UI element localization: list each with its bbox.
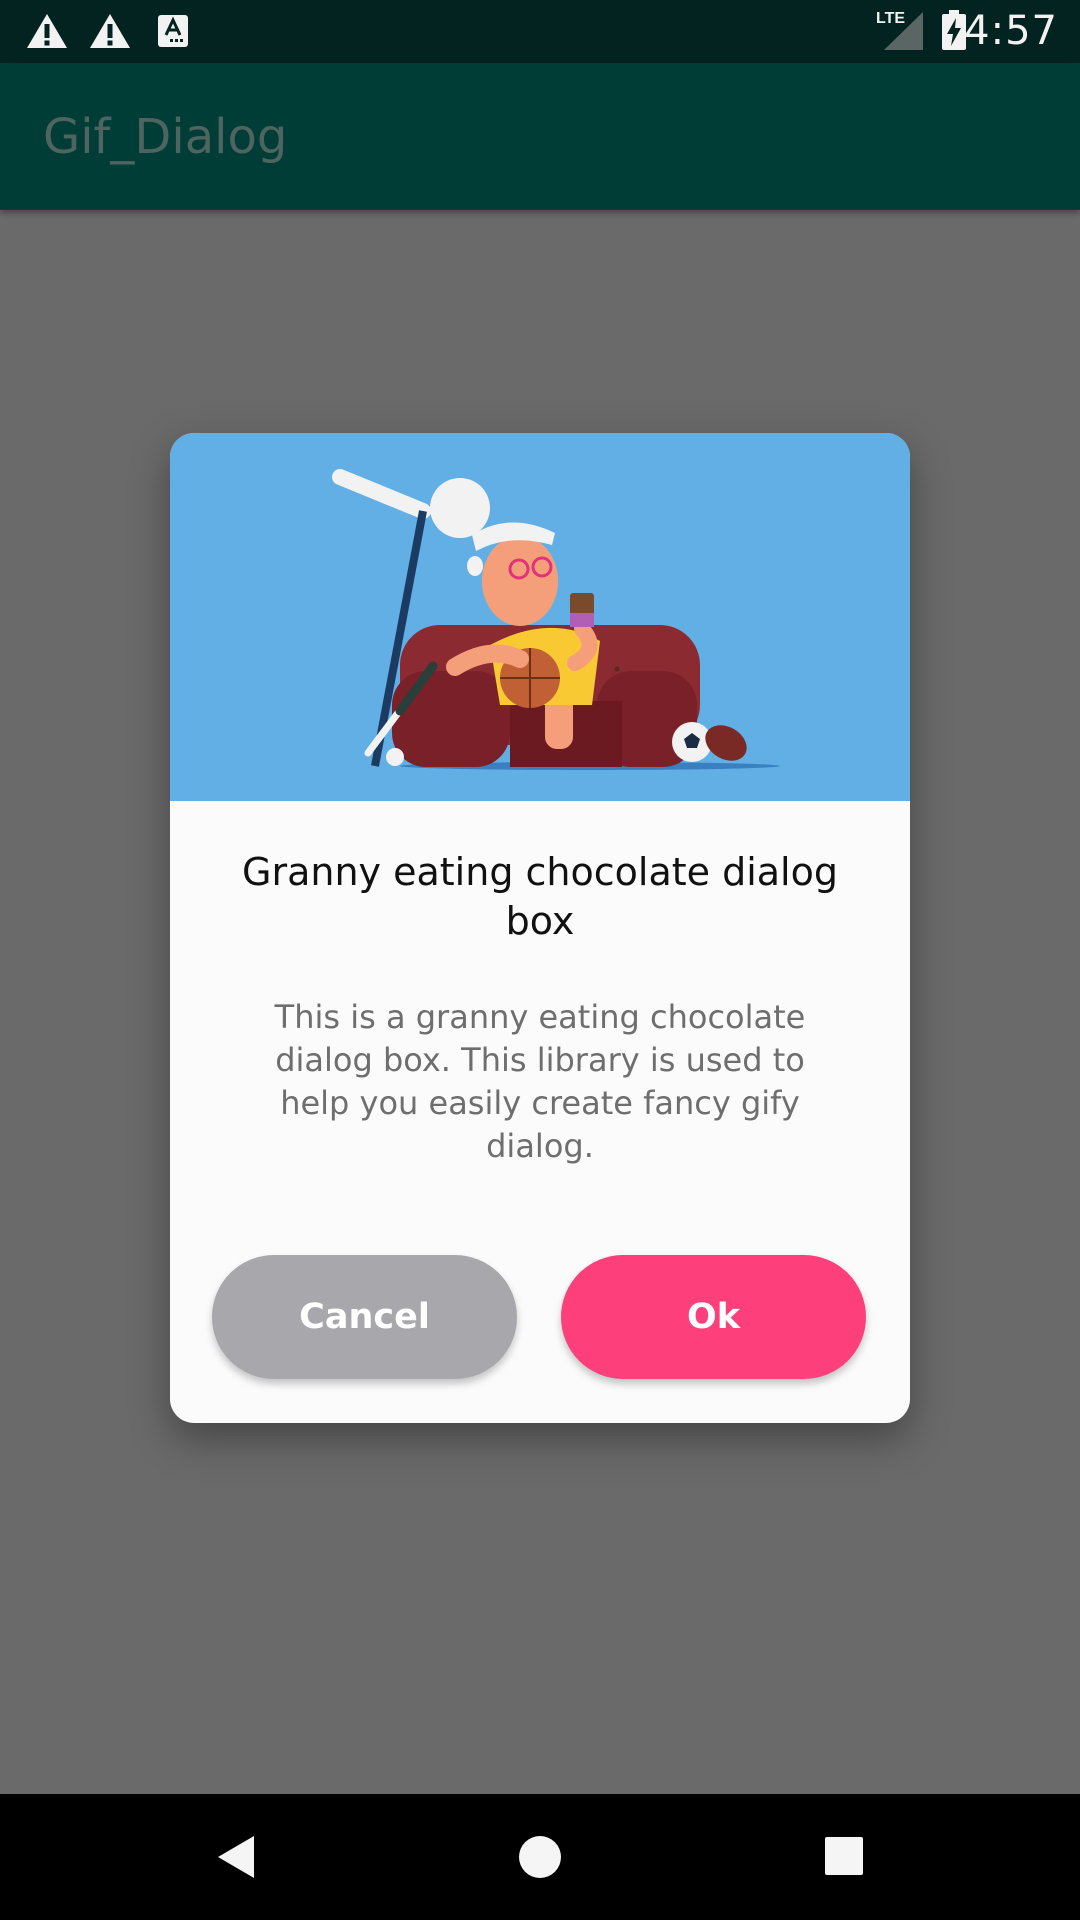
status-bar: LTE 4:57 — [0, 0, 1080, 63]
battery-charging-icon — [942, 10, 966, 50]
app-bar: Gif_Dialog — [0, 63, 1080, 210]
dialog-title: Granny eating chocolate dialog box — [242, 850, 838, 943]
cancel-button[interactable]: Cancel — [212, 1255, 517, 1379]
lte-signal-icon — [884, 12, 923, 50]
ok-button[interactable]: Ok — [561, 1255, 866, 1379]
home-icon[interactable] — [518, 1835, 562, 1879]
gif-dialog: Granny eating chocolate dialog box This … — [170, 433, 910, 1423]
screen: LTE 4:57 Gif_Dialog Granny eating chocol… — [0, 0, 1080, 1920]
warning-icon — [90, 14, 130, 48]
warning-icon — [27, 14, 67, 48]
cancel-button-label: Cancel — [299, 1297, 430, 1337]
status-time: 4:57 — [964, 8, 1058, 54]
granny-eating-chocolate-illustration — [170, 433, 910, 801]
navigation-bar — [0, 1794, 1080, 1920]
dialog-message: This is a granny eating chocolate dialog… — [274, 998, 806, 1165]
back-icon[interactable] — [216, 1834, 256, 1880]
ok-button-label: Ok — [686, 1297, 741, 1337]
recents-icon[interactable] — [824, 1836, 864, 1876]
keyboard-a-icon — [158, 15, 188, 47]
app-title: Gif_Dialog — [43, 109, 288, 165]
